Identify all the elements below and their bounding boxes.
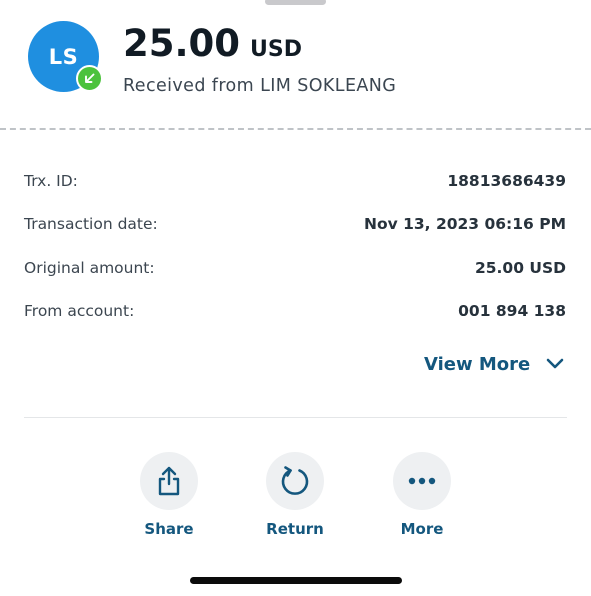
home-indicator[interactable]	[190, 577, 402, 584]
return-icon-circle	[266, 452, 324, 510]
avatar-initials: LS	[48, 44, 79, 69]
share-icon	[158, 466, 180, 496]
return-button[interactable]: Return	[245, 452, 345, 538]
share-button[interactable]: Share	[119, 452, 219, 538]
detail-label: Original amount:	[24, 259, 155, 277]
detail-row-trx-id: Trx. ID: 18813686439	[24, 169, 566, 193]
amount-display: 25.00 USD	[123, 22, 302, 70]
received-arrow-icon	[76, 65, 103, 92]
received-from-text: Received from LIM SOKLEANG	[123, 76, 397, 96]
share-icon-circle	[140, 452, 198, 510]
detail-label: From account:	[24, 302, 135, 320]
more-icon-circle	[393, 452, 451, 510]
return-icon	[281, 466, 309, 495]
return-label: Return	[266, 520, 324, 538]
detail-label: Transaction date:	[24, 215, 158, 233]
detail-value: 18813686439	[447, 172, 566, 190]
detail-value: 001 894 138	[458, 302, 566, 320]
more-button[interactable]: More	[372, 452, 472, 538]
detail-label: Trx. ID:	[24, 172, 78, 190]
view-more-button[interactable]: View More	[424, 350, 564, 378]
dashed-divider	[0, 128, 591, 130]
detail-value: 25.00 USD	[474, 259, 566, 277]
detail-row-transaction-date: Transaction date: Nov 13, 2023 06:16 PM	[24, 212, 566, 236]
amount-value: 25.00	[123, 22, 241, 65]
more-icon	[408, 477, 436, 485]
detail-row-from-account: From account: 001 894 138	[24, 299, 566, 323]
chevron-down-icon	[546, 358, 564, 369]
sheet-grabber[interactable]	[265, 0, 326, 5]
view-more-label: View More	[424, 353, 531, 375]
detail-row-original-amount: Original amount: 25.00 USD	[24, 256, 566, 280]
amount-currency: USD	[250, 37, 303, 62]
share-label: Share	[144, 520, 194, 538]
section-divider	[24, 417, 567, 418]
more-label: More	[400, 520, 444, 538]
detail-value: Nov 13, 2023 06:16 PM	[363, 215, 566, 233]
